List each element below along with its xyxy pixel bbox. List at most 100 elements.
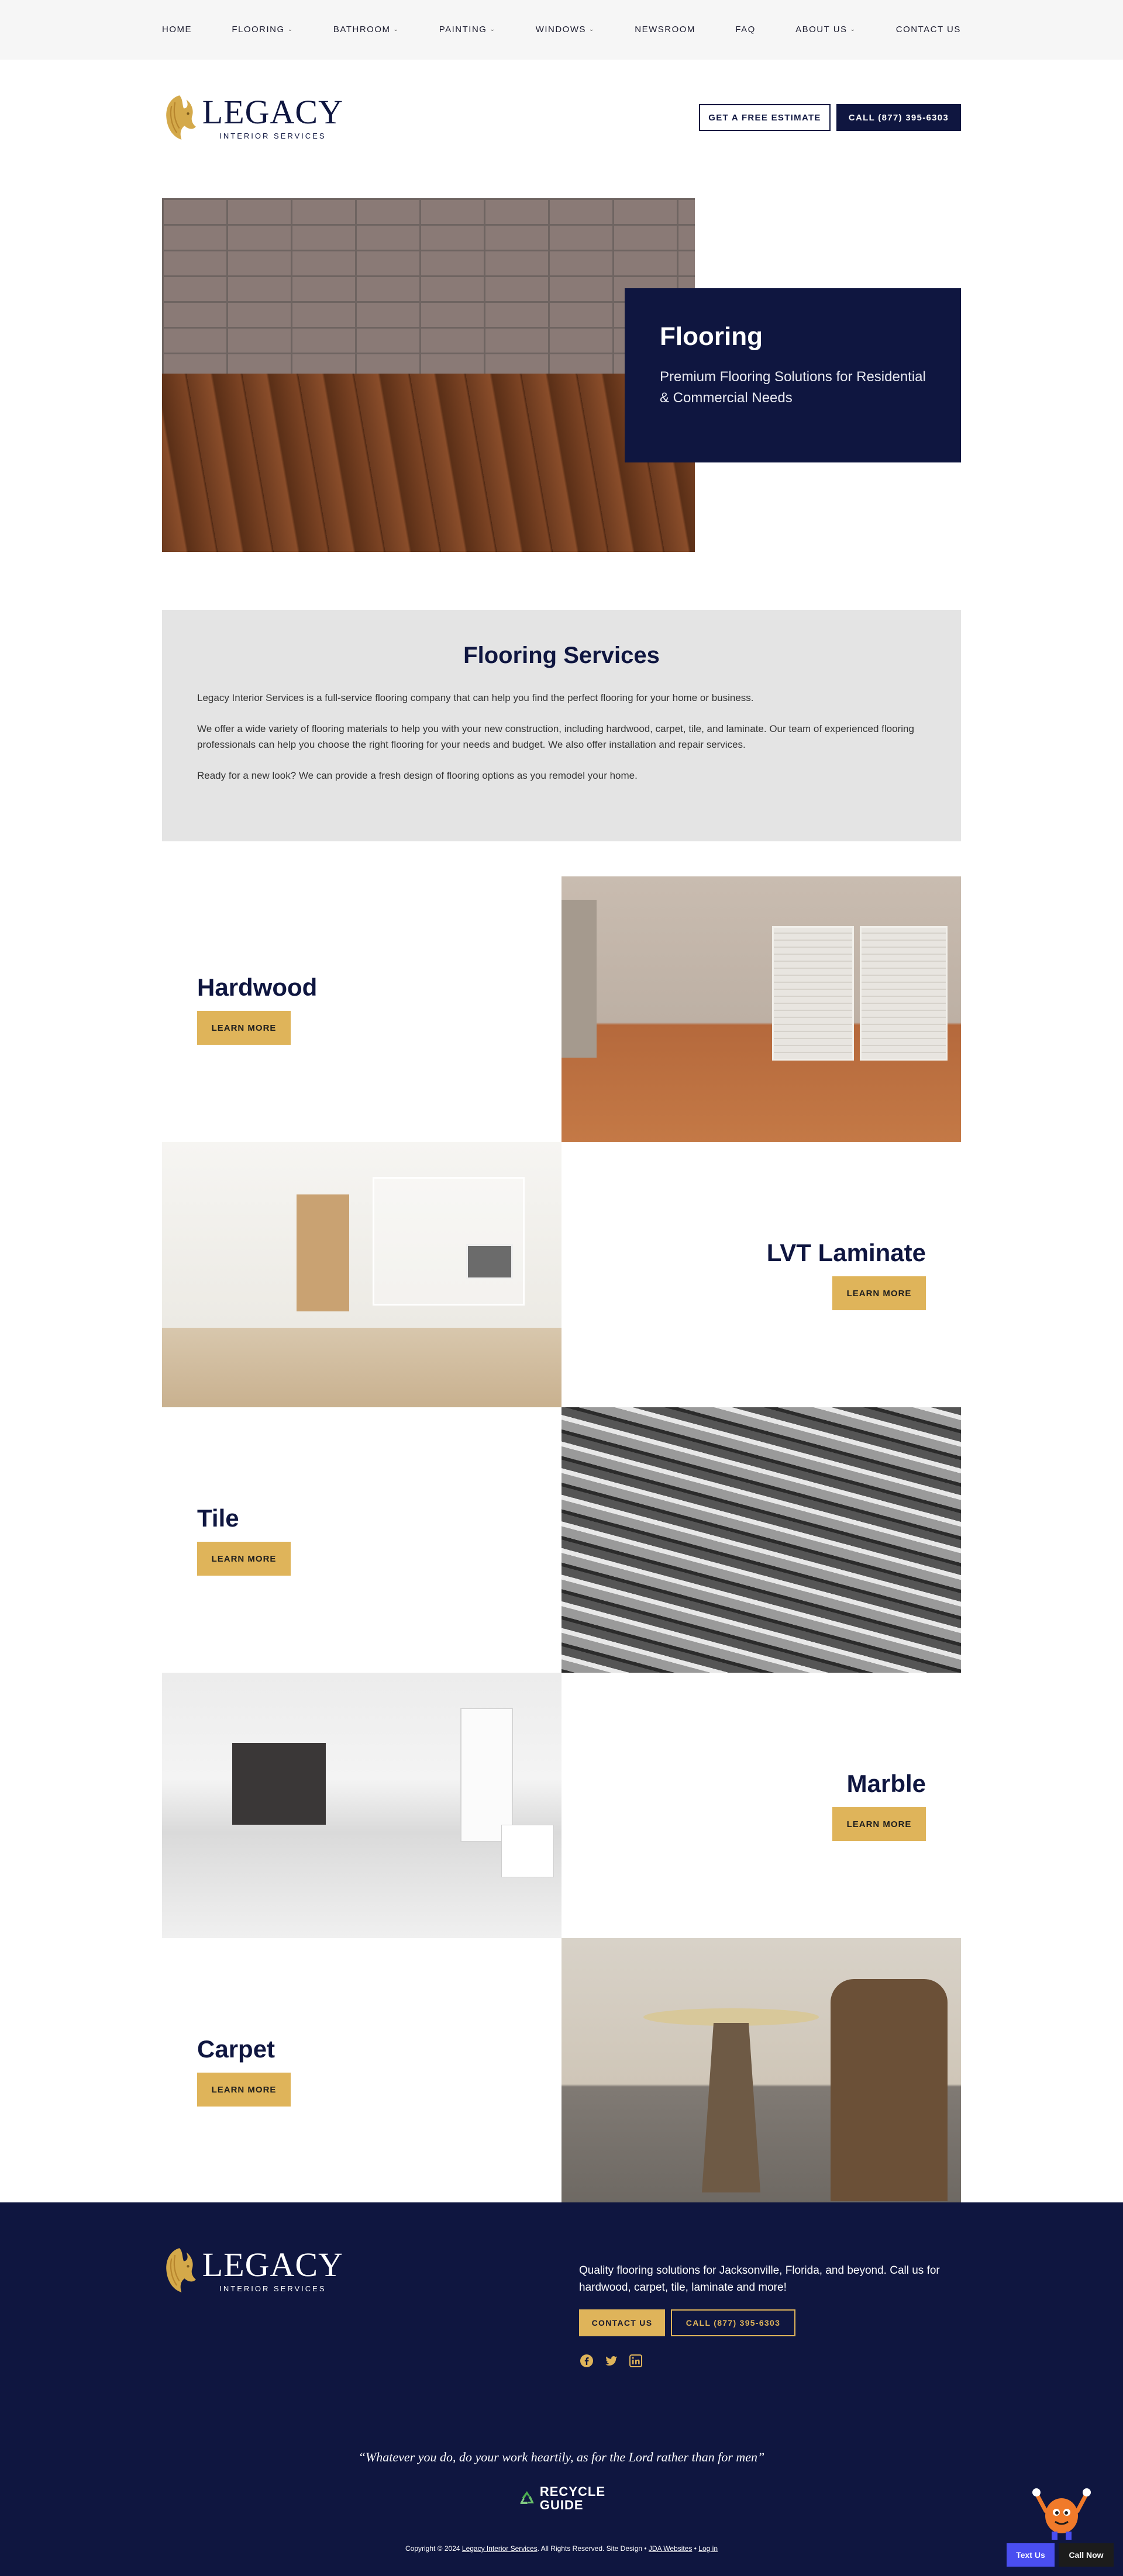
nav-item-label: ABOUT US	[795, 24, 848, 34]
chevron-down-icon: ⌄	[490, 26, 496, 33]
nav-item-painting[interactable]: PAINTING ⌄	[439, 25, 496, 34]
learn-more-button[interactable]: LEARN MORE	[197, 1542, 291, 1576]
recycle-guide-badge[interactable]: RECYCLE GUIDE	[518, 2484, 605, 2514]
footer-contact-button[interactable]: CONTACT US	[579, 2309, 665, 2336]
lion-logo-icon	[166, 2248, 196, 2292]
nav-item-about-us[interactable]: ABOUT US ⌄	[795, 25, 856, 34]
carpet-image	[562, 1938, 961, 2204]
feature-text: Marble LEARN MORE	[562, 1673, 961, 1938]
copyright-prefix: Copyright © 2024	[405, 2544, 460, 2553]
chair	[831, 1979, 948, 2201]
nav-item-faq[interactable]: FAQ	[735, 25, 756, 34]
linkedin-glyph	[629, 2354, 642, 2367]
logo-wordmark: LEGACY	[202, 92, 343, 131]
feature-row-tile: Tile LEARN MORE	[162, 1407, 961, 1673]
copyright: Copyright © 2024 Legacy Interior Service…	[0, 2544, 1123, 2553]
feature-title: Tile	[197, 1504, 239, 1532]
feature-row-marble: Marble LEARN MORE	[162, 1673, 961, 1938]
logo-wordmark: LEGACY	[202, 2245, 343, 2284]
recycle-icon	[520, 2491, 534, 2505]
logo-tagline: INTERIOR SERVICES	[219, 131, 326, 140]
learn-more-button[interactable]: LEARN MORE	[832, 1807, 926, 1841]
doorway	[562, 900, 597, 1058]
page-title: Flooring	[660, 322, 763, 351]
feature-text: Hardwood LEARN MORE	[162, 876, 562, 1142]
hero-subtitle: Premium Flooring Solutions for Residenti…	[660, 369, 926, 406]
shelving	[373, 1177, 525, 1306]
hardwood-image	[562, 876, 961, 1142]
feature-row-carpet: Carpet LEARN MORE	[162, 1938, 961, 2204]
twitter-glyph	[605, 2356, 618, 2366]
footer-call-button[interactable]: CALL (877) 395-6303	[671, 2309, 795, 2336]
bookshelf	[297, 1194, 349, 1311]
lion-logo-icon	[166, 95, 196, 140]
learn-more-button[interactable]: LEARN MORE	[832, 1276, 926, 1310]
feature-text: Carpet LEARN MORE	[162, 1938, 562, 2204]
login-link[interactable]: Log in	[698, 2544, 718, 2553]
planter	[501, 1825, 554, 1877]
nav-item-label: PAINTING	[439, 24, 487, 34]
nav-menu: HOME FLOORING ⌄ BATHROOM ⌄ PAINTING ⌄ WINDO…	[162, 22, 961, 36]
recycle-line2: GUIDE	[539, 2498, 584, 2512]
closet-door	[860, 926, 948, 1061]
feature-title: Hardwood	[197, 973, 318, 1001]
copyright-separator: •	[694, 2544, 697, 2553]
site-logo[interactable]: LEGACY INTERIOR SERVICES	[162, 85, 343, 150]
nav-item-label: CONTACT US	[895, 24, 961, 34]
learn-more-button[interactable]: LEARN MORE	[197, 1011, 291, 1045]
mascot-icon[interactable]	[1029, 2476, 1094, 2540]
services-paragraph: Ready for a new look? We can provide a f…	[197, 770, 638, 781]
nav-item-contact-us[interactable]: CONTACT US	[896, 25, 961, 34]
feature-title: Marble	[846, 1770, 926, 1797]
kitchen-cabinets	[232, 1743, 326, 1825]
feature-title: Carpet	[197, 2035, 275, 2063]
footer-logo[interactable]: LEGACY INTERIOR SERVICES	[162, 2237, 343, 2303]
hero-card: Flooring Premium Flooring Solutions for …	[625, 288, 961, 462]
recycle-line1: RECYCLE	[539, 2484, 605, 2499]
chevron-down-icon: ⌄	[850, 26, 856, 33]
nav-item-bathroom[interactable]: BATHROOM ⌄	[333, 25, 399, 34]
table-base	[702, 2023, 760, 2192]
company-link[interactable]: Legacy Interior Services	[462, 2544, 538, 2553]
call-button[interactable]: CALL (877) 395-6303	[836, 104, 961, 131]
wood-floor	[162, 374, 695, 552]
footer-quote: “Whatever you do, do your work heartily,…	[358, 2450, 765, 2464]
marble-image	[162, 1673, 562, 1938]
nav-item-label: BATHROOM	[333, 24, 391, 34]
top-navigation: HOME FLOORING ⌄ BATHROOM ⌄ PAINTING ⌄ WINDO…	[0, 0, 1123, 60]
services-paragraph: We offer a wide variety of flooring mate…	[197, 723, 914, 750]
nav-item-label: NEWSROOM	[635, 24, 695, 34]
learn-more-button[interactable]: LEARN MORE	[197, 2073, 291, 2107]
nav-item-newsroom[interactable]: NEWSROOM	[635, 25, 695, 34]
recycle-text: RECYCLE GUIDE	[540, 2485, 605, 2512]
lvt-laminate-image	[162, 1142, 562, 1407]
call-now-button[interactable]: Call Now	[1059, 2543, 1114, 2567]
site-footer: LEGACY INTERIOR SERVICES	[0, 2202, 1123, 2576]
tile-image	[562, 1407, 961, 1673]
facebook-icon[interactable]	[579, 2353, 594, 2368]
free-estimate-button[interactable]: GET A FREE ESTIMATE	[699, 104, 831, 131]
feature-row-lvt-laminate: LVT Laminate LEARN MORE	[162, 1142, 961, 1407]
chevron-down-icon: ⌄	[393, 26, 399, 33]
nav-item-home[interactable]: HOME	[162, 25, 192, 34]
window	[460, 1708, 513, 1842]
linkedin-icon[interactable]	[628, 2353, 643, 2368]
text-us-button[interactable]: Text Us	[1007, 2543, 1055, 2567]
feature-text: LVT Laminate LEARN MORE	[562, 1142, 961, 1407]
feature-title: LVT Laminate	[766, 1239, 926, 1266]
logo-text: LEGACY INTERIOR SERVICES	[202, 2245, 343, 2293]
services-title: Flooring Services	[463, 643, 660, 668]
chevron-down-icon: ⌄	[287, 26, 294, 33]
logo-tagline: INTERIOR SERVICES	[219, 2284, 326, 2293]
nav-item-flooring[interactable]: FLOORING ⌄	[232, 25, 293, 34]
nav-item-label: WINDOWS	[535, 24, 587, 34]
footer-tagline: Quality flooring solutions for Jacksonvi…	[579, 2264, 940, 2294]
brick-wall	[162, 198, 695, 374]
services-section: Flooring Services Legacy Interior Servic…	[162, 610, 961, 841]
facebook-glyph	[580, 2354, 593, 2367]
chevron-down-icon: ⌄	[589, 26, 595, 33]
designer-link[interactable]: JDA Websites	[649, 2544, 692, 2553]
twitter-icon[interactable]	[604, 2353, 619, 2368]
nav-item-windows[interactable]: WINDOWS ⌄	[536, 25, 595, 34]
copyright-mid: . All Rights Reserved. Site Design •	[537, 2544, 647, 2553]
